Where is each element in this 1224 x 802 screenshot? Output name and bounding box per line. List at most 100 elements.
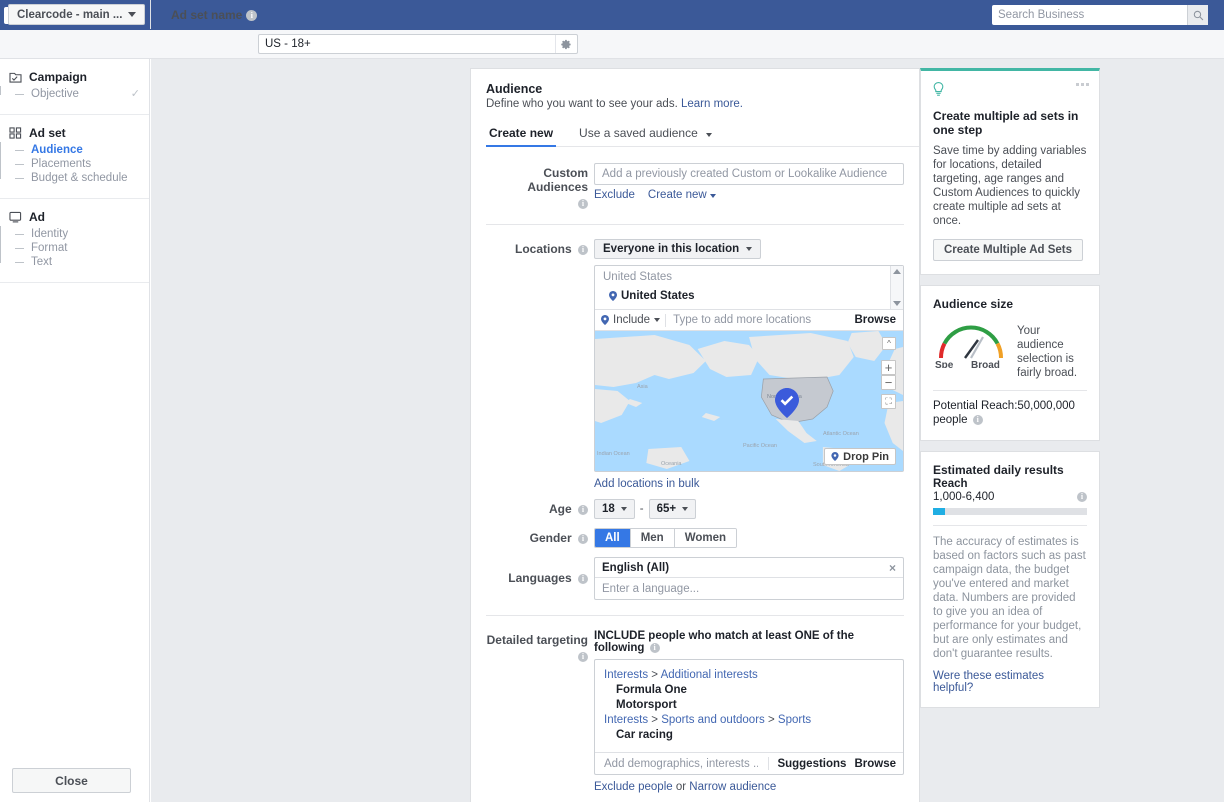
- info-icon[interactable]: i: [578, 534, 588, 544]
- info-icon[interactable]: i: [972, 415, 983, 425]
- locations-map[interactable]: Asia North America Pacific Ocean Atlanti…: [595, 331, 903, 471]
- detailed-targeting-label-text: Detailed targeting: [486, 633, 588, 647]
- detailed-targeting-input[interactable]: [602, 756, 761, 771]
- search-input[interactable]: [992, 6, 1187, 24]
- map-zoom-out-button[interactable]: −: [881, 375, 896, 390]
- map-compass-button[interactable]: ^: [882, 337, 896, 350]
- exclude-people-link[interactable]: Exclude people: [594, 781, 673, 793]
- sidebar-item-budget-schedule[interactable]: Budget & schedule: [15, 172, 149, 185]
- nav-header-ad[interactable]: Ad: [0, 210, 149, 224]
- tip-card-body: Create multiple ad sets in one step Save…: [921, 71, 1099, 274]
- targeting-path-part[interactable]: Sports and outdoors: [661, 714, 765, 726]
- location-chip-united-states[interactable]: United States: [609, 290, 695, 302]
- nav-sub-campaign: Objective ✓: [0, 86, 149, 101]
- audience-size-gauge-row: Spe Broad Your audience selection is fai…: [933, 318, 1087, 380]
- targeting-browse-button[interactable]: Browse: [854, 758, 896, 770]
- nav-header-campaign[interactable]: Campaign: [0, 70, 149, 84]
- locations-search-input[interactable]: [671, 313, 850, 327]
- exclude-audience-link[interactable]: Exclude: [594, 189, 635, 201]
- tab-use-saved-audience-label: Use a saved audience: [579, 126, 698, 140]
- info-icon[interactable]: i: [578, 199, 588, 209]
- gender-option-all[interactable]: All: [595, 529, 630, 547]
- scroll-up-icon[interactable]: [893, 269, 901, 274]
- account-selector-button[interactable]: Clearcode - main ...: [8, 4, 146, 25]
- sidebar-item-audience-label: Audience: [31, 144, 83, 156]
- detailed-targeting-heading-text: INCLUDE people who match at least ONE of…: [594, 630, 855, 654]
- custom-audiences-input[interactable]: [594, 163, 904, 185]
- targeting-path-part[interactable]: Interests: [604, 714, 648, 726]
- narrow-audience-link[interactable]: Narrow audience: [689, 781, 776, 793]
- estimated-results-card: Estimated daily results Reach 1,000-6,40…: [920, 451, 1100, 708]
- sidebar-item-identity[interactable]: Identity: [15, 228, 149, 241]
- languages-control: English (All) ×: [594, 557, 904, 600]
- languages-input[interactable]: [595, 578, 903, 599]
- potential-reach: Potential Reach:50,000,000 people i: [933, 399, 1087, 427]
- info-icon[interactable]: i: [578, 505, 588, 515]
- info-icon[interactable]: i: [578, 574, 588, 584]
- create-multiple-ad-sets-button[interactable]: Create Multiple Ad Sets: [933, 239, 1084, 261]
- tab-create-new[interactable]: Create new: [486, 126, 557, 147]
- sidebar-item-objective[interactable]: Objective ✓: [15, 88, 149, 101]
- include-exclude-selector[interactable]: Include: [601, 314, 661, 326]
- locations-browse-button[interactable]: Browse: [854, 314, 896, 326]
- learn-more-link[interactable]: Learn more.: [681, 98, 743, 110]
- estimates-helpful-link[interactable]: Were these estimates helpful?: [933, 670, 1044, 694]
- age-min-select[interactable]: 18: [594, 499, 635, 519]
- map-fullscreen-button[interactable]: ⛶: [881, 394, 896, 409]
- gauge-labels: Spe Broad: [933, 360, 1009, 371]
- scroll-down-icon[interactable]: [893, 301, 901, 306]
- audience-subtitle-text: Define who you want to see your ads.: [486, 98, 678, 110]
- create-new-audience-link[interactable]: Create new: [648, 189, 716, 201]
- drop-pin-button[interactable]: Drop Pin: [824, 448, 896, 465]
- locations-label: Locations i: [486, 239, 594, 490]
- add-locations-bulk-link[interactable]: Add locations in bulk: [594, 478, 699, 490]
- nav-header-adset[interactable]: Ad set: [0, 126, 149, 140]
- info-icon[interactable]: i: [578, 245, 588, 255]
- targeting-path-part[interactable]: Interests: [604, 669, 648, 681]
- age-range-dash: -: [639, 503, 644, 515]
- targeting-path-part[interactable]: Additional interests: [661, 669, 758, 681]
- audience-subtitle: Define who you want to see your ads. Lea…: [486, 98, 904, 110]
- create-new-audience-text: Create new: [647, 189, 707, 201]
- tip-card-title: Create multiple ad sets in one step: [933, 109, 1079, 137]
- info-icon[interactable]: i: [246, 9, 258, 21]
- sidebar-item-objective-label: Objective: [31, 88, 79, 100]
- targeting-interest-item[interactable]: Formula One: [604, 684, 894, 696]
- search-icon: [1193, 10, 1203, 20]
- adset-settings-button[interactable]: [555, 35, 577, 53]
- map-zoom-in-button[interactable]: +: [881, 360, 896, 375]
- overflow-menu-icon[interactable]: [1076, 83, 1089, 86]
- age-max-select[interactable]: 65+: [648, 499, 697, 519]
- search-button[interactable]: [1187, 5, 1208, 25]
- languages-row: Languages i English (All) ×: [471, 557, 919, 600]
- map-label-atlantic-ocean: Atlantic Ocean: [823, 431, 859, 437]
- sidebar-item-audience[interactable]: Audience: [15, 144, 149, 157]
- adset-grid-icon: [9, 127, 22, 139]
- sidebar-item-format[interactable]: Format: [15, 242, 149, 255]
- detailed-targeting-row: Detailed targeting i INCLUDE people who …: [471, 630, 919, 793]
- sidebar-item-text[interactable]: Text: [15, 256, 149, 269]
- info-icon[interactable]: i: [1077, 492, 1087, 502]
- targeting-path-part[interactable]: Sports: [778, 714, 811, 726]
- locations-typed-hint: United States: [603, 271, 673, 283]
- info-icon[interactable]: i: [578, 652, 588, 662]
- tab-use-saved-audience[interactable]: Use a saved audience: [576, 126, 715, 146]
- tip-card-body-text: Save time by adding variables for locati…: [933, 145, 1087, 227]
- targeting-interest-item[interactable]: Car racing: [604, 729, 894, 741]
- map-selected-pin-icon[interactable]: [775, 388, 799, 418]
- map-label-pacific-ocean: Pacific Ocean: [743, 443, 777, 449]
- gender-option-men[interactable]: Men: [629, 529, 674, 547]
- age-label: Age i: [486, 499, 594, 519]
- gender-option-women[interactable]: Women: [673, 529, 737, 547]
- targeting-interest-item[interactable]: Motorsport: [604, 699, 894, 711]
- locations-scrollbar[interactable]: [890, 266, 903, 309]
- age-max-value: 65+: [656, 503, 677, 515]
- adset-name-input[interactable]: [259, 35, 555, 53]
- location-mode-button[interactable]: Everyone in this location: [594, 239, 762, 259]
- targeting-suggestions-button[interactable]: Suggestions: [777, 758, 846, 770]
- close-button[interactable]: Close: [12, 768, 131, 793]
- drop-pin-icon: [831, 452, 839, 461]
- close-icon[interactable]: ×: [889, 561, 896, 575]
- info-icon[interactable]: i: [649, 643, 660, 653]
- sidebar-item-placements[interactable]: Placements: [15, 158, 149, 171]
